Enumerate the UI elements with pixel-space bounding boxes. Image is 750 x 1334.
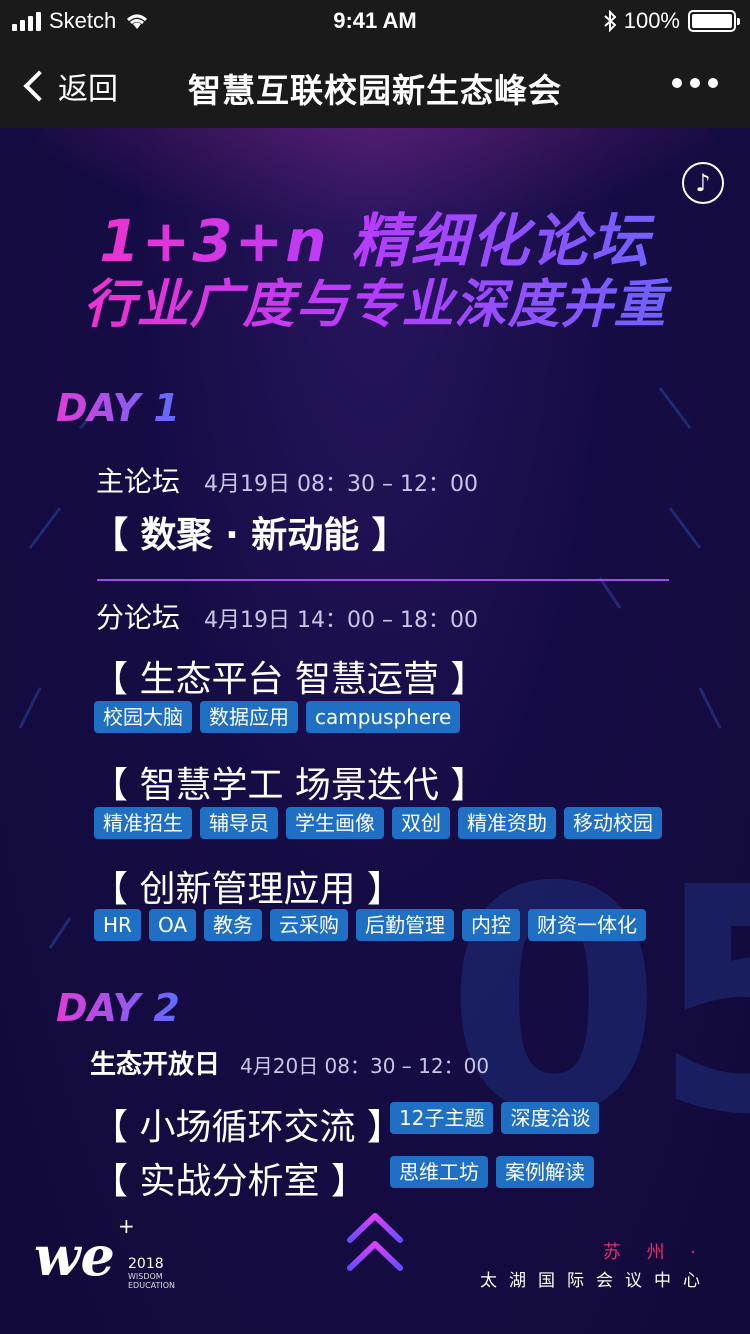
- dot-icon: [672, 78, 682, 88]
- track-tags: 精准招生 辅导员 学生画像 双创 精准资助 移动校园: [94, 807, 662, 839]
- logo-year: 2018: [128, 1256, 164, 1272]
- logo-text: we: [34, 1224, 115, 1288]
- tag[interactable]: OA: [148, 909, 197, 941]
- event-logo: we + 2018 WISDOM EDUCATION: [34, 1214, 175, 1290]
- status-bar: Sketch 9:41 AM 100%: [0, 0, 750, 40]
- track-title: 【 创新管理应用 】: [92, 869, 403, 910]
- day1-label: DAY 1: [56, 386, 180, 430]
- venue-label: 太湖国际会议中心: [480, 1271, 712, 1291]
- tag[interactable]: campusphere: [306, 701, 461, 733]
- poster: ♪ 1+3+n 精细化论坛 行业广度与专业深度并重 05 DAY 1 主论坛 4…: [0, 128, 750, 1334]
- tag[interactable]: 财资一体化: [528, 909, 647, 941]
- tag[interactable]: HR: [94, 909, 141, 941]
- tag[interactable]: 精准资助: [458, 807, 556, 839]
- session-title: 【 实战分析室 】: [92, 1161, 367, 1202]
- tag[interactable]: 移动校园: [564, 807, 662, 839]
- track-title: 【 智慧学工 场景迭代 】: [92, 765, 487, 806]
- divider: [97, 579, 669, 581]
- track-tags: HR OA 教务 云采购 后勤管理 内控 财资一体化: [94, 909, 647, 941]
- open-day-row: 生态开放日 4月20日 08：30 – 12：00: [90, 1044, 489, 1081]
- main-forum-row: 主论坛 4月19日 08：30 – 12：00: [96, 460, 478, 500]
- nav-bar: 返回 智慧互联校园新生态峰会: [0, 40, 750, 128]
- tag[interactable]: 案例解读: [496, 1156, 594, 1188]
- scroll-up-arrow-icon[interactable]: [346, 1210, 404, 1274]
- more-button[interactable]: [672, 78, 718, 88]
- track-title: 【 生态平台 智慧运营 】: [92, 659, 487, 700]
- tag[interactable]: 精准招生: [94, 807, 192, 839]
- sub-forum-time: 4月19日 14：00 – 18：00: [204, 608, 478, 633]
- tag[interactable]: 数据应用: [200, 701, 298, 733]
- open-day-time: 4月20日 08：30 – 12：00: [240, 1054, 490, 1078]
- session-tags: 思维工坊 案例解读: [390, 1156, 594, 1188]
- plus-icon: +: [118, 1214, 135, 1238]
- tag[interactable]: 后勤管理: [356, 909, 455, 941]
- track-tags: 校园大脑 数据应用 campusphere: [94, 701, 461, 733]
- battery-percent: 100%: [623, 8, 680, 33]
- tag[interactable]: 双创: [392, 807, 450, 839]
- page-title: 智慧互联校园新生态峰会: [188, 71, 562, 110]
- day2-label: DAY 2: [56, 986, 180, 1030]
- main-forum-time: 4月19日 08：30 – 12：00: [204, 472, 478, 497]
- dot-icon: [708, 78, 718, 88]
- tag[interactable]: 辅导员: [200, 807, 278, 839]
- city-label: 苏 州 ·: [602, 1242, 706, 1263]
- tag[interactable]: 12子主题: [390, 1102, 494, 1134]
- open-day-label: 生态开放日: [90, 1050, 221, 1080]
- tag[interactable]: 学生画像: [286, 807, 384, 839]
- bluetooth-icon: [604, 10, 616, 32]
- tag[interactable]: 教务: [204, 909, 263, 941]
- tag[interactable]: 内控: [462, 909, 521, 941]
- main-forum-theme: 【 数聚 · 新动能 】: [92, 515, 408, 556]
- tag[interactable]: 思维工坊: [390, 1156, 488, 1188]
- session-tags: 12子主题 深度洽谈: [390, 1102, 600, 1134]
- logo-subtitle: WISDOM EDUCATION: [128, 1272, 176, 1290]
- sub-forum-row: 分论坛 4月19日 14：00 – 18：00: [96, 596, 478, 636]
- hero-subtitle: 行业广度与专业深度并重: [0, 262, 750, 337]
- tag[interactable]: 深度洽谈: [501, 1102, 600, 1134]
- battery-icon: [688, 10, 740, 32]
- sub-forum-label: 分论坛: [96, 601, 181, 634]
- tag[interactable]: 校园大脑: [94, 701, 192, 733]
- tag[interactable]: 云采购: [270, 909, 349, 941]
- dot-icon: [690, 78, 700, 88]
- main-forum-label: 主论坛: [96, 465, 181, 498]
- session-title: 【 小场循环交流 】: [92, 1107, 403, 1148]
- music-note-icon: ♪: [695, 169, 711, 197]
